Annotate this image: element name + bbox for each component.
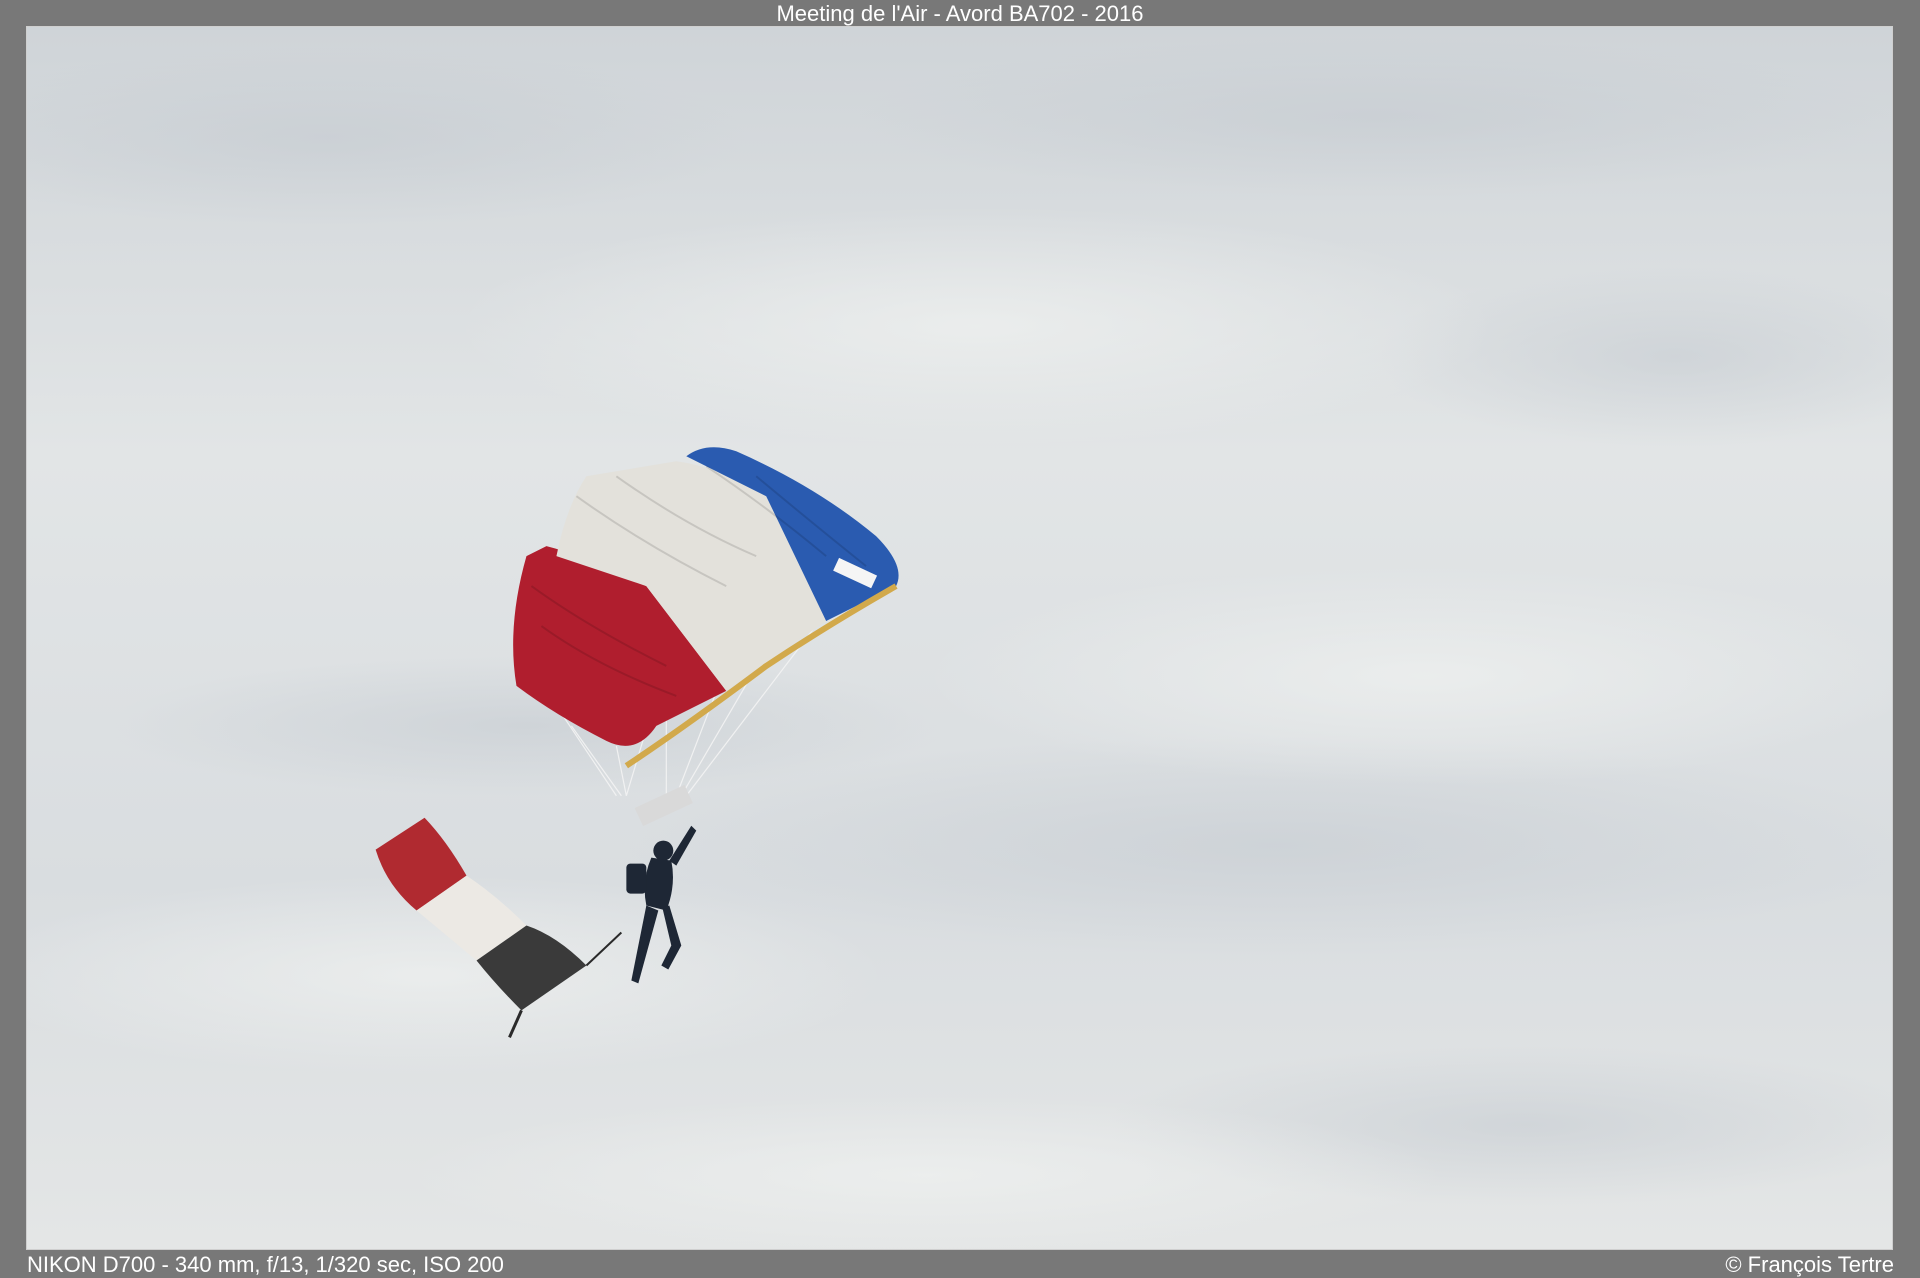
photo-title: Meeting de l'Air - Avord BA702 - 2016 <box>776 1 1144 26</box>
copyright-caption: © François Tertre <box>1725 1252 1894 1277</box>
photo-frame: Meeting de l'Air - Avord BA702 - 2016 NI… <box>0 0 1920 1278</box>
photo-image <box>27 27 1892 1249</box>
exif-caption: NIKON D700 - 340 mm, f/13, 1/320 sec, IS… <box>27 1252 504 1277</box>
photo-viewport <box>26 26 1893 1250</box>
